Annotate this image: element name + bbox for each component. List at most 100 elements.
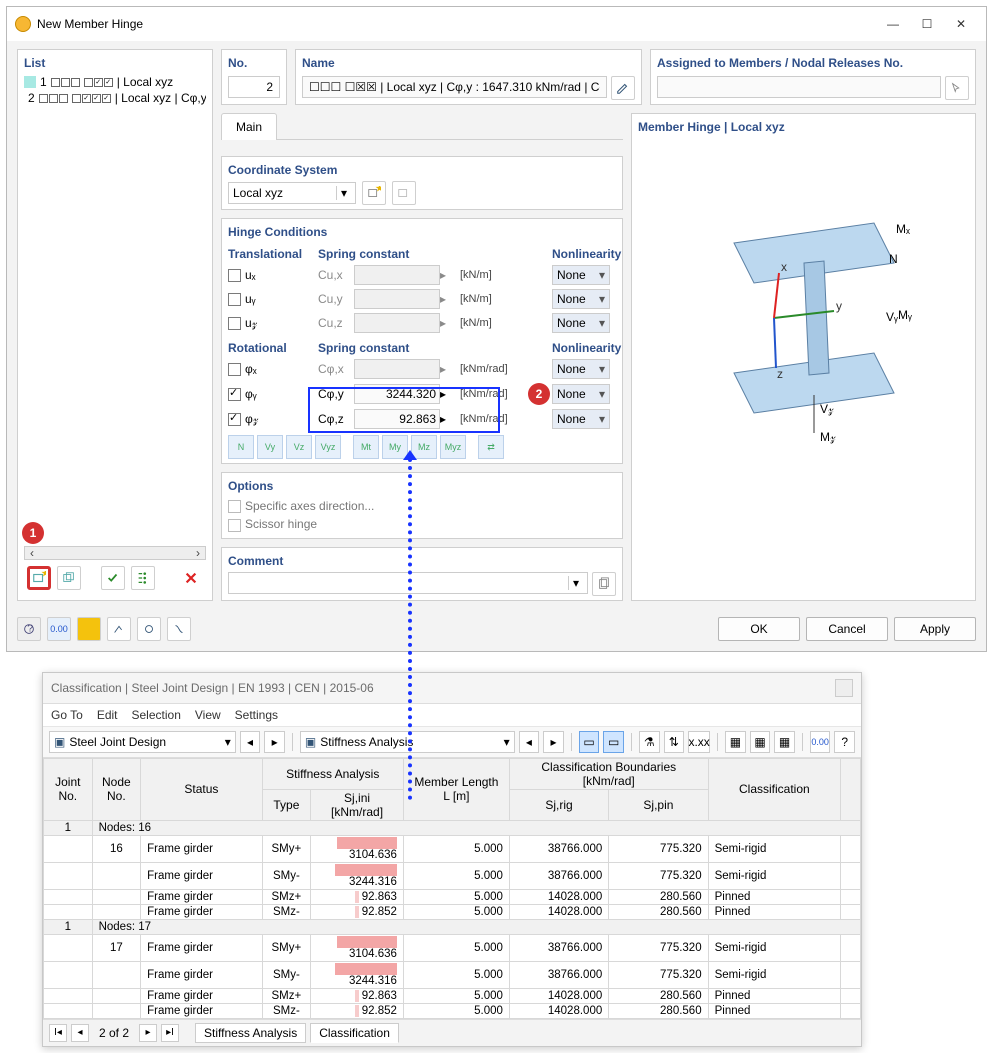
apply-button[interactable]: Apply [894, 617, 976, 641]
th-sa: Stiffness Analysis [262, 758, 403, 789]
table-row[interactable]: Frame girderSMz- 92.8525.00014028.000280… [44, 1003, 861, 1018]
pick-button[interactable] [945, 76, 969, 100]
preset-myz[interactable]: Myz [440, 435, 466, 459]
minimize-button[interactable]: — [876, 13, 910, 35]
help-tb[interactable]: ? [834, 731, 855, 753]
nav-next-2[interactable]: ▸ [543, 731, 564, 753]
annotation-arrow [408, 458, 412, 800]
footer-tab-classification[interactable]: Classification [310, 1023, 399, 1043]
no-field[interactable]: 2 [228, 76, 280, 98]
tab-main[interactable]: Main [221, 113, 277, 140]
bottom-footer: I◂ ◂ 2 of 2 ▸ ▸I Stiffness Analysis Clas… [43, 1019, 861, 1046]
axes-check[interactable] [228, 500, 241, 513]
export-2[interactable]: ▦ [750, 731, 771, 753]
phix-check[interactable] [228, 363, 241, 376]
page-label: 2 of 2 [93, 1026, 135, 1040]
tool-2-button[interactable] [137, 617, 161, 641]
coord-select[interactable]: Local xyz▾ [228, 182, 356, 204]
table-row[interactable]: Frame girderSMz- 92.8525.00014028.000280… [44, 904, 861, 919]
nav-fwd[interactable]: ▸ [139, 1024, 157, 1042]
assigned-field[interactable] [657, 76, 941, 98]
units-tb[interactable]: 0.00 [810, 731, 831, 753]
bottom-close-button[interactable] [835, 679, 853, 697]
ux-check[interactable] [228, 269, 241, 282]
table-row[interactable]: 16Frame girderSMy+ 3104.6365.00038766.00… [44, 835, 861, 862]
tool-1-button[interactable] [107, 617, 131, 641]
phiz-check[interactable] [228, 413, 241, 426]
table-row[interactable]: Frame girderSMy- 3244.3165.00038766.0007… [44, 961, 861, 988]
table-row[interactable]: 17Frame girderSMy+ 3104.6365.00038766.00… [44, 934, 861, 961]
menu-edit[interactable]: Edit [97, 708, 118, 722]
export-1[interactable]: ▦ [725, 731, 746, 753]
sort-button[interactable]: ⇅ [664, 731, 685, 753]
uy-check[interactable] [228, 293, 241, 306]
name-field[interactable] [302, 76, 607, 98]
accept-button[interactable] [101, 566, 125, 590]
edit-cs-button[interactable] [392, 181, 416, 205]
menu-view[interactable]: View [195, 708, 221, 722]
menu-goto[interactable]: Go To [51, 708, 83, 722]
help-button[interactable]: ? [17, 617, 41, 641]
preview-panel: Member Hinge | Local xyz y x z [631, 113, 976, 601]
no-panel: No. 2 [221, 49, 287, 105]
horiz-scrollbar[interactable]: ‹› [24, 546, 206, 560]
delete-button[interactable] [179, 566, 203, 590]
maximize-button[interactable]: ☐ [910, 13, 944, 35]
preset-n[interactable]: N [228, 435, 254, 459]
copy-button[interactable] [57, 566, 81, 590]
cancel-button[interactable]: Cancel [806, 617, 888, 641]
comment-lib-button[interactable] [592, 572, 616, 596]
color-button[interactable] [77, 617, 101, 641]
nav-back[interactable]: ◂ [71, 1024, 89, 1042]
list-row[interactable]: 1 | Local xyz [24, 74, 206, 90]
nav-next[interactable]: ▸ [264, 731, 285, 753]
phiy-check[interactable] [228, 388, 241, 401]
menu-settings[interactable]: Settings [235, 708, 278, 722]
phiy-nonlin[interactable]: None▾ [552, 384, 610, 404]
tree-button[interactable] [131, 566, 155, 590]
export-3[interactable]: ▦ [774, 731, 795, 753]
hinge-header: Hinge Conditions [228, 223, 616, 243]
ux-nonlin[interactable]: None▾ [552, 265, 610, 285]
toggle-1[interactable]: ▭ [579, 731, 600, 753]
list-header: List [24, 54, 206, 74]
phiy-field[interactable] [354, 384, 440, 404]
units-button[interactable]: 0.00 [47, 617, 71, 641]
nav-first[interactable]: I◂ [49, 1024, 67, 1042]
uz-nonlin[interactable]: None▾ [552, 313, 610, 333]
filter-button[interactable]: ⚗ [639, 731, 660, 753]
menu-selection[interactable]: Selection [132, 708, 181, 722]
table-row[interactable]: Frame girderSMz+ 92.8635.00014028.000280… [44, 988, 861, 1003]
nav-last[interactable]: ▸I [161, 1024, 179, 1042]
new-cs-button[interactable]: ★ [362, 181, 386, 205]
ok-button[interactable]: OK [718, 617, 800, 641]
list-row[interactable]: 2 | Local xyz | Cφ,y : 1 [24, 90, 206, 106]
phix-nonlin[interactable]: None▾ [552, 359, 610, 379]
phiz-nonlin[interactable]: None▾ [552, 409, 610, 429]
phiz-field[interactable] [354, 409, 440, 429]
new-button[interactable]: ★ [27, 566, 51, 590]
toggle-2[interactable]: ▭ [603, 731, 624, 753]
uz-check[interactable] [228, 317, 241, 330]
table-row[interactable]: Frame girderSMz+ 92.8635.00014028.000280… [44, 889, 861, 904]
close-button[interactable]: ✕ [944, 13, 978, 35]
nav-prev[interactable]: ◂ [240, 731, 261, 753]
preset-all[interactable]: ⇄ [478, 435, 504, 459]
callout-2: 2 [528, 383, 550, 405]
scissor-check[interactable] [228, 519, 241, 532]
design-select[interactable]: ▣Steel Joint Design▾ [49, 731, 236, 753]
footer-tab-stiffness[interactable]: Stiffness Analysis [195, 1023, 306, 1043]
preset-vz[interactable]: Vz [286, 435, 312, 459]
nav-prev-2[interactable]: ◂ [519, 731, 540, 753]
svg-text:M𝓏: M𝓏 [820, 430, 836, 444]
uy-nonlin[interactable]: None▾ [552, 289, 610, 309]
preset-vy[interactable]: Vy [257, 435, 283, 459]
table-row[interactable]: Frame girderSMy- 3244.3165.00038766.0007… [44, 862, 861, 889]
new-member-hinge-dialog: New Member Hinge — ☐ ✕ List 1 | Local xy… [6, 6, 987, 652]
edit-name-button[interactable] [611, 76, 635, 100]
tool-3-button[interactable] [167, 617, 191, 641]
preset-vyz[interactable]: Vyz [315, 435, 341, 459]
decimals-button[interactable]: x.xx [688, 731, 710, 753]
dialog-footer: ? 0.00 OK Cancel Apply [7, 611, 986, 651]
preset-mt[interactable]: Mt [353, 435, 379, 459]
